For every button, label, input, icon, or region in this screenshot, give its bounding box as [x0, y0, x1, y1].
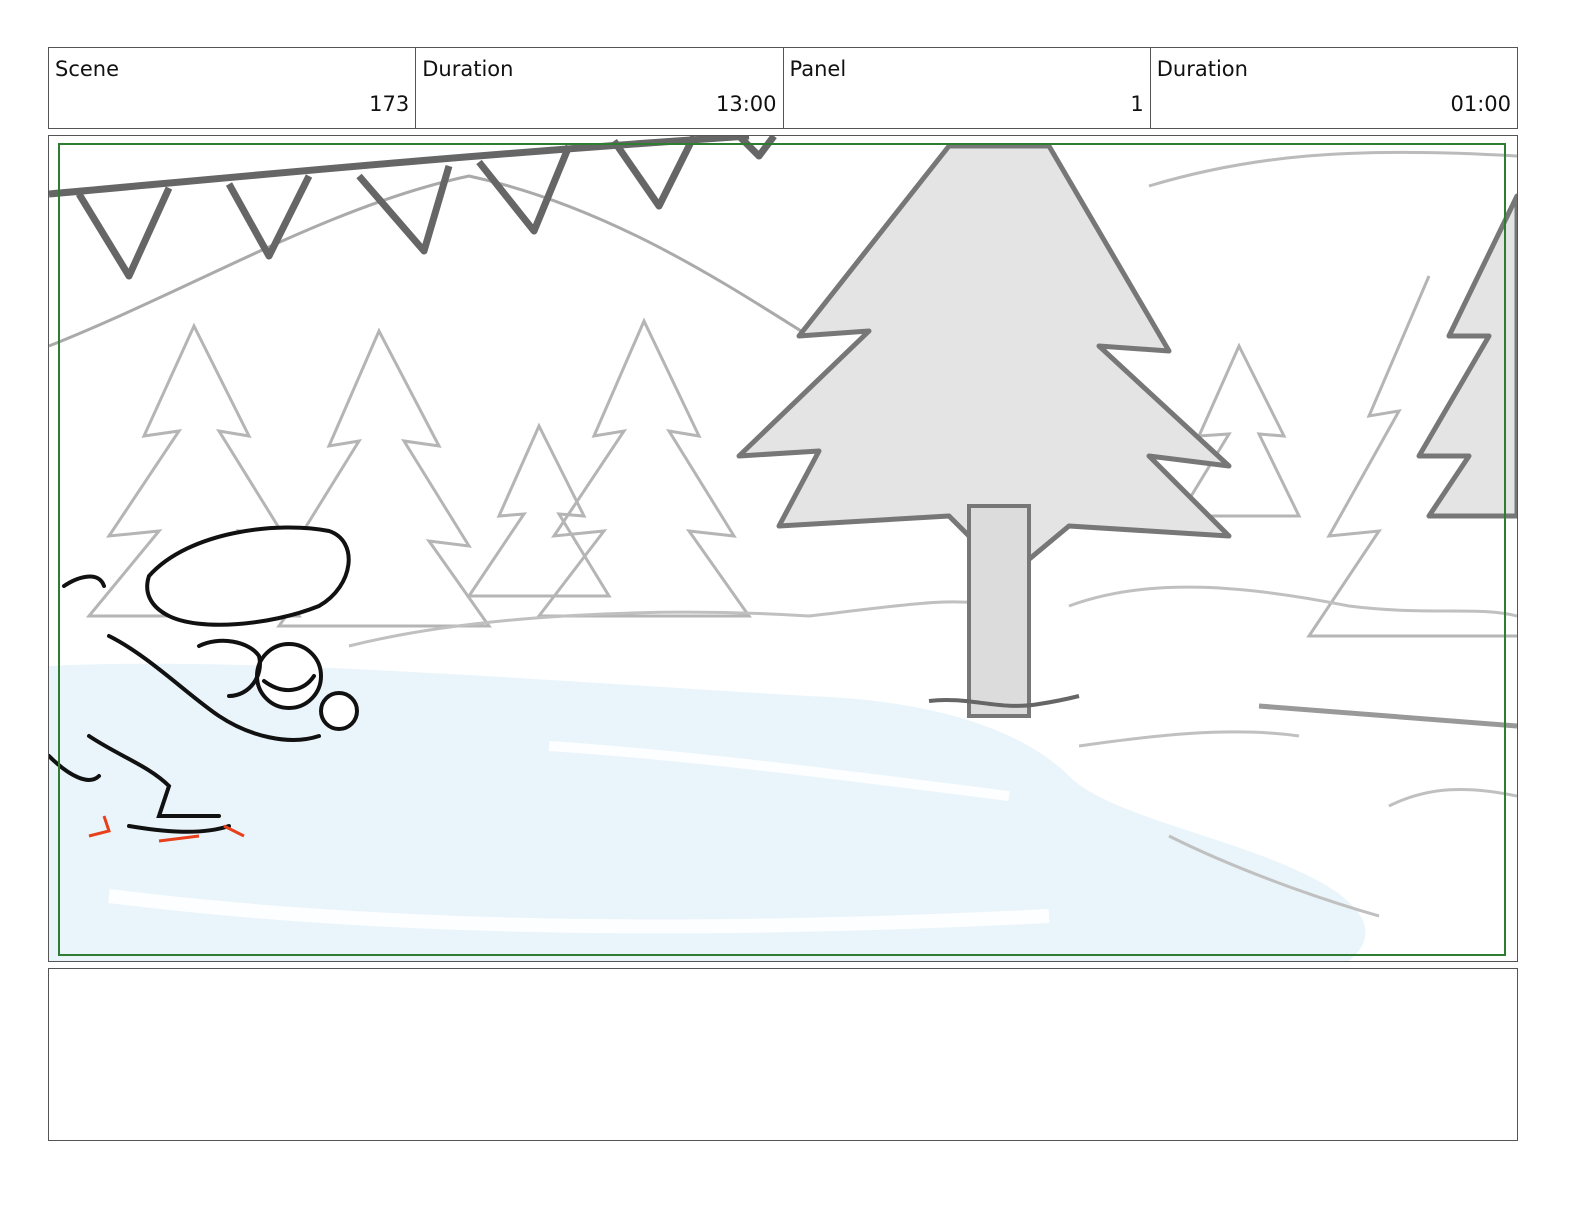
storyboard-sketch-icon: [49, 136, 1517, 961]
panel-number: 1: [1130, 92, 1144, 116]
panel-label: Panel: [789, 57, 847, 81]
scene-duration-label: Duration: [422, 57, 514, 81]
scene-cell: Scene 173: [49, 48, 417, 128]
scene-duration-value: 13:00: [715, 92, 777, 116]
bunting-flags: [49, 136, 777, 280]
panel-notes-box[interactable]: [48, 968, 1518, 1141]
panel-info-header: Scene 173 Duration 13:00 Panel 1 Duratio…: [48, 47, 1518, 129]
right-edge-tree: [1416, 193, 1517, 519]
scene-duration-cell: Duration 13:00: [416, 48, 784, 128]
scene-label: Scene: [55, 57, 120, 81]
panel-duration-value: 01:00: [1450, 92, 1511, 116]
panel-cell: Panel 1: [784, 48, 1151, 128]
scene-number: 173: [369, 92, 410, 116]
panel-duration-label: Duration: [1156, 57, 1248, 81]
storyboard-panel-image: [48, 135, 1518, 962]
foreground-tree: [736, 143, 1232, 718]
panel-duration-cell: Duration 01:00: [1151, 48, 1517, 128]
